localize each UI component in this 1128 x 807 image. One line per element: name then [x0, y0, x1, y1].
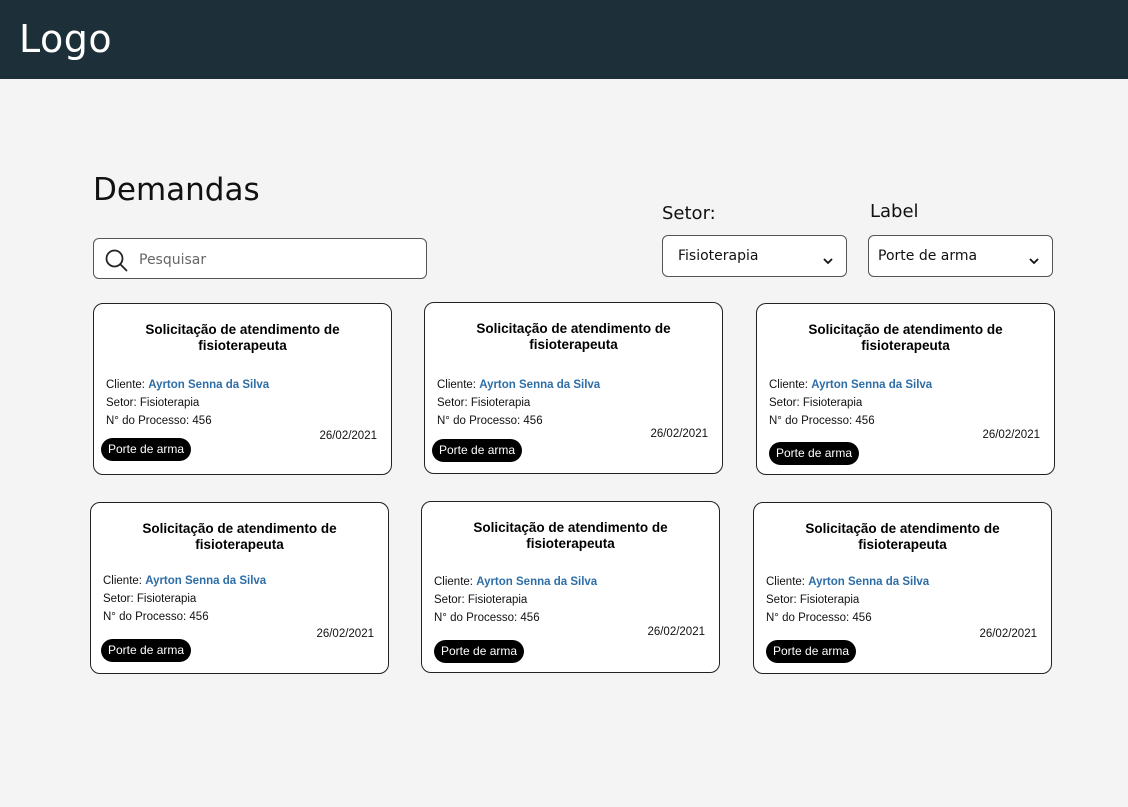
top-bar: Logo: [0, 0, 1128, 79]
card-setor: Setor: Fisioterapia: [766, 594, 860, 606]
search-box[interactable]: [93, 238, 427, 279]
client-prefix: Cliente:: [437, 379, 480, 391]
card-date: 26/02/2021: [982, 429, 1040, 441]
label-select-value: Porte de arma: [878, 248, 978, 264]
label-filter-label: Label: [870, 201, 919, 222]
demand-card[interactable]: Solicitação de atendimento de fisioterap…: [424, 302, 723, 474]
client-prefix: Cliente:: [766, 576, 809, 588]
demand-card[interactable]: Solicitação de atendimento de fisioterap…: [756, 303, 1055, 475]
client-prefix: Cliente:: [434, 576, 477, 588]
client-link[interactable]: Ayrton Senna da Silva: [476, 576, 597, 588]
card-title: Solicitação de atendimento de fisioterap…: [473, 520, 668, 551]
card-client: Cliente: Ayrton Senna da Silva: [434, 576, 597, 588]
card-date: 26/02/2021: [319, 430, 377, 442]
client-link[interactable]: Ayrton Senna da Silva: [811, 379, 932, 391]
demand-card[interactable]: Solicitação de atendimento de fisioterap…: [90, 502, 389, 674]
client-link[interactable]: Ayrton Senna da Silva: [479, 379, 600, 391]
card-date: 26/02/2021: [647, 626, 705, 638]
page-title: Demandas: [93, 172, 260, 208]
setor-select-value: Fisioterapia: [678, 248, 759, 264]
card-client: Cliente: Ayrton Senna da Silva: [769, 379, 932, 391]
card-setor: Setor: Fisioterapia: [103, 593, 197, 605]
card-client: Cliente: Ayrton Senna da Silva: [103, 575, 266, 587]
label-badge[interactable]: Porte de arma: [769, 442, 860, 465]
client-link[interactable]: Ayrton Senna da Silva: [148, 379, 269, 391]
card-title: Solicitação de atendimento de fisioterap…: [145, 322, 340, 353]
client-prefix: Cliente:: [106, 379, 149, 391]
card-client: Cliente: Ayrton Senna da Silva: [766, 576, 929, 588]
card-setor: Setor: Fisioterapia: [434, 594, 528, 606]
card-setor: Setor: Fisioterapia: [106, 397, 200, 409]
client-link[interactable]: Ayrton Senna da Silva: [808, 576, 929, 588]
client-prefix: Cliente:: [769, 379, 812, 391]
client-prefix: Cliente:: [103, 575, 146, 587]
demand-card[interactable]: Solicitação de atendimento de fisioterap…: [421, 501, 720, 673]
card-processo: N° do Processo: 456: [106, 415, 212, 427]
label-badge[interactable]: Porte de arma: [766, 640, 857, 663]
card-title: Solicitação de atendimento de fisioterap…: [805, 521, 1000, 552]
chevron-down-icon: [1029, 252, 1039, 270]
label-badge[interactable]: Porte de arma: [432, 439, 523, 462]
card-processo: N° do Processo: 456: [769, 415, 875, 427]
card-date: 26/02/2021: [316, 628, 374, 640]
search-input[interactable]: [137, 247, 411, 273]
logo[interactable]: Logo: [19, 17, 112, 61]
card-client: Cliente: Ayrton Senna da Silva: [437, 379, 600, 391]
card-processo: N° do Processo: 456: [437, 415, 543, 427]
search-icon: [105, 249, 128, 277]
card-client: Cliente: Ayrton Senna da Silva: [106, 379, 269, 391]
label-select[interactable]: Porte de arma: [868, 235, 1053, 277]
client-link[interactable]: Ayrton Senna da Silva: [145, 575, 266, 587]
card-processo: N° do Processo: 456: [766, 612, 872, 624]
demand-card[interactable]: Solicitação de atendimento de fisioterap…: [753, 502, 1052, 674]
card-date: 26/02/2021: [979, 628, 1037, 640]
setor-select[interactable]: Fisioterapia: [662, 235, 847, 277]
setor-label: Setor:: [662, 203, 716, 224]
card-title: Solicitação de atendimento de fisioterap…: [476, 321, 671, 352]
label-badge[interactable]: Porte de arma: [101, 639, 192, 662]
card-date: 26/02/2021: [650, 428, 708, 440]
chevron-down-icon: [823, 252, 833, 270]
card-processo: N° do Processo: 456: [103, 611, 209, 623]
card-processo: N° do Processo: 456: [434, 612, 540, 624]
card-setor: Setor: Fisioterapia: [437, 397, 531, 409]
label-badge[interactable]: Porte de arma: [434, 640, 525, 663]
demand-card[interactable]: Solicitação de atendimento de fisioterap…: [93, 303, 392, 475]
label-badge[interactable]: Porte de arma: [101, 438, 192, 461]
card-title: Solicitação de atendimento de fisioterap…: [808, 322, 1003, 353]
card-setor: Setor: Fisioterapia: [769, 397, 863, 409]
card-title: Solicitação de atendimento de fisioterap…: [142, 521, 337, 552]
